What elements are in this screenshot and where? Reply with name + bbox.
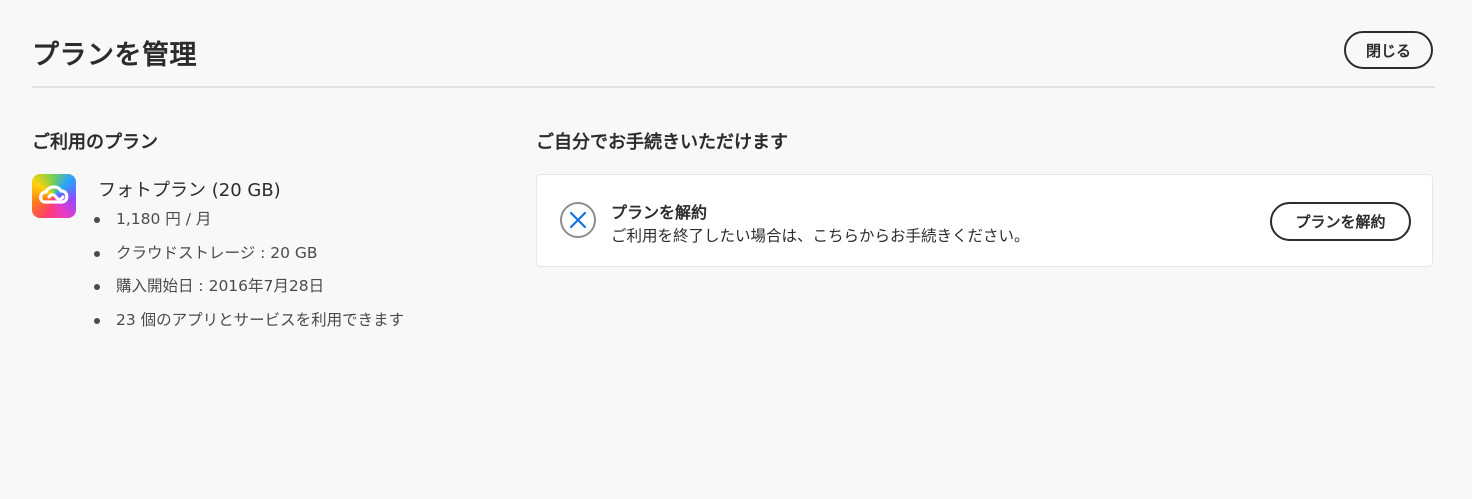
page-header: プランを管理 閉じる (32, 0, 1435, 88)
plan-detail-price: 1,180 円 / 月 (94, 209, 404, 243)
plan-detail-storage: クラウドストレージ : 20 GB (94, 243, 404, 277)
creative-cloud-icon (32, 174, 76, 218)
cancel-plan-card: プランを解約 ご利用を終了したい場合は、こちらからお手続きください。 プランを解… (536, 174, 1433, 267)
current-plan-heading: ご利用のプラン (32, 132, 158, 153)
plan-details-list: 1,180 円 / 月 クラウドストレージ : 20 GB 購入開始日 : 20… (94, 209, 404, 343)
self-service-section: ご自分でお手続きいただけます プランを解約 ご利用を終了したい場合は、こちらから… (536, 128, 1434, 267)
cancel-plan-title: プランを解約 (611, 203, 708, 222)
current-plan-section: ご利用のプラン フォトプラン (20 GB) 1,180 円 / 月 クラウドス… (32, 128, 512, 329)
plan-detail-start-date: 購入開始日 : 2016年7月28日 (94, 276, 404, 310)
cancel-plan-description: ご利用を終了したい場合は、こちらからお手続きください。 (611, 227, 1030, 245)
close-button[interactable]: 閉じる (1344, 31, 1433, 69)
cancel-circle-icon (560, 202, 596, 238)
self-service-heading: ご自分でお手続きいただけます (536, 132, 788, 153)
cancel-plan-button[interactable]: プランを解約 (1270, 202, 1411, 241)
plan-detail-apps: 23 個のアプリとサービスを利用できます (94, 310, 404, 344)
plan-name: フォトプラン (20 GB) (98, 180, 281, 201)
page-title: プランを管理 (32, 40, 197, 71)
